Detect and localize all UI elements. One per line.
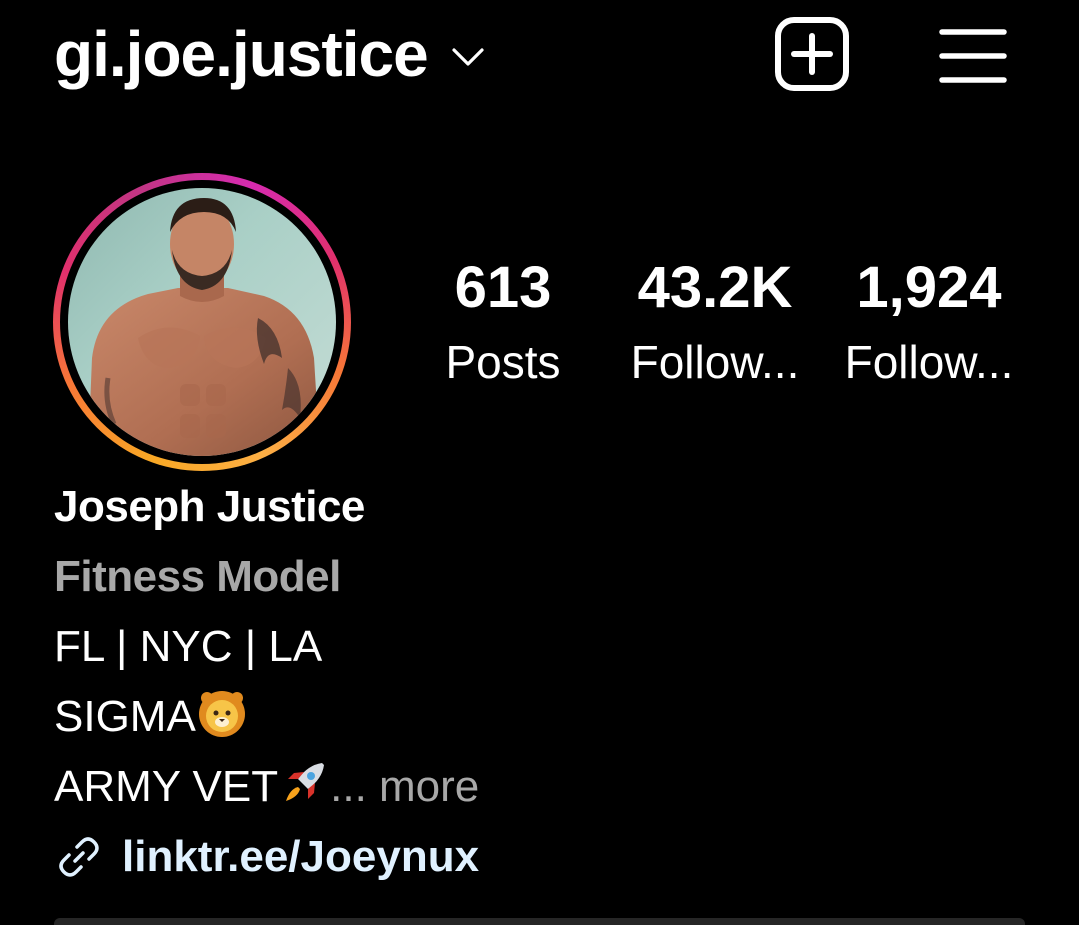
- plus-square-icon[interactable]: [774, 16, 850, 92]
- link-icon: [59, 837, 99, 877]
- following-label: Follow...: [844, 336, 1014, 388]
- story-ring[interactable]: [53, 173, 351, 471]
- profile-header: gi.joe.justice: [54, 10, 1007, 100]
- hamburger-menu-icon[interactable]: [938, 20, 1008, 90]
- link-text: linktr.ee/Joeynux: [122, 832, 480, 881]
- avatar-image: [88, 198, 320, 456]
- avatar[interactable]: [68, 188, 336, 456]
- following-count: 1,924: [856, 255, 1002, 320]
- account-switcher[interactable]: gi.joe.justice: [54, 16, 486, 92]
- category-label: Fitness Model: [54, 552, 341, 601]
- bio-link[interactable]: linktr.ee/Joeynux: [54, 822, 479, 892]
- rocket-emoji: [286, 763, 325, 801]
- username: gi.joe.justice: [54, 18, 429, 90]
- profile-screen: gi.joe.justice 613 Posts 43.2K Follow...…: [0, 0, 1079, 925]
- bio-line-army: ARMY VET ... more: [54, 752, 479, 822]
- more-link[interactable]: ... more: [330, 762, 479, 811]
- full-name: Joseph Justice: [54, 482, 365, 531]
- stat-followers[interactable]: 43.2K Follow...: [618, 252, 812, 392]
- lion-face-emoji: [198, 691, 245, 737]
- bio-line-locations: FL | NYC | LA: [54, 612, 479, 682]
- stat-posts[interactable]: 613 Posts: [436, 252, 570, 392]
- followers-count: 43.2K: [637, 255, 793, 320]
- bio-text-locations: FL | NYC | LA: [54, 622, 323, 671]
- posts-label: Posts: [445, 336, 561, 388]
- chevron-down-icon: [452, 48, 484, 66]
- stat-following[interactable]: 1,924 Follow...: [832, 252, 1026, 392]
- followers-label: Follow...: [630, 336, 800, 388]
- bio-line-sigma: SIGMA: [54, 682, 479, 752]
- bio-text-sigma: SIGMA: [54, 692, 196, 741]
- profile-bio: Joseph Justice Fitness Model FL | NYC | …: [54, 472, 479, 892]
- posts-count: 613: [454, 255, 552, 320]
- edit-profile-button-edge[interactable]: [54, 918, 1025, 925]
- bio-text-army: ARMY VET: [54, 762, 279, 811]
